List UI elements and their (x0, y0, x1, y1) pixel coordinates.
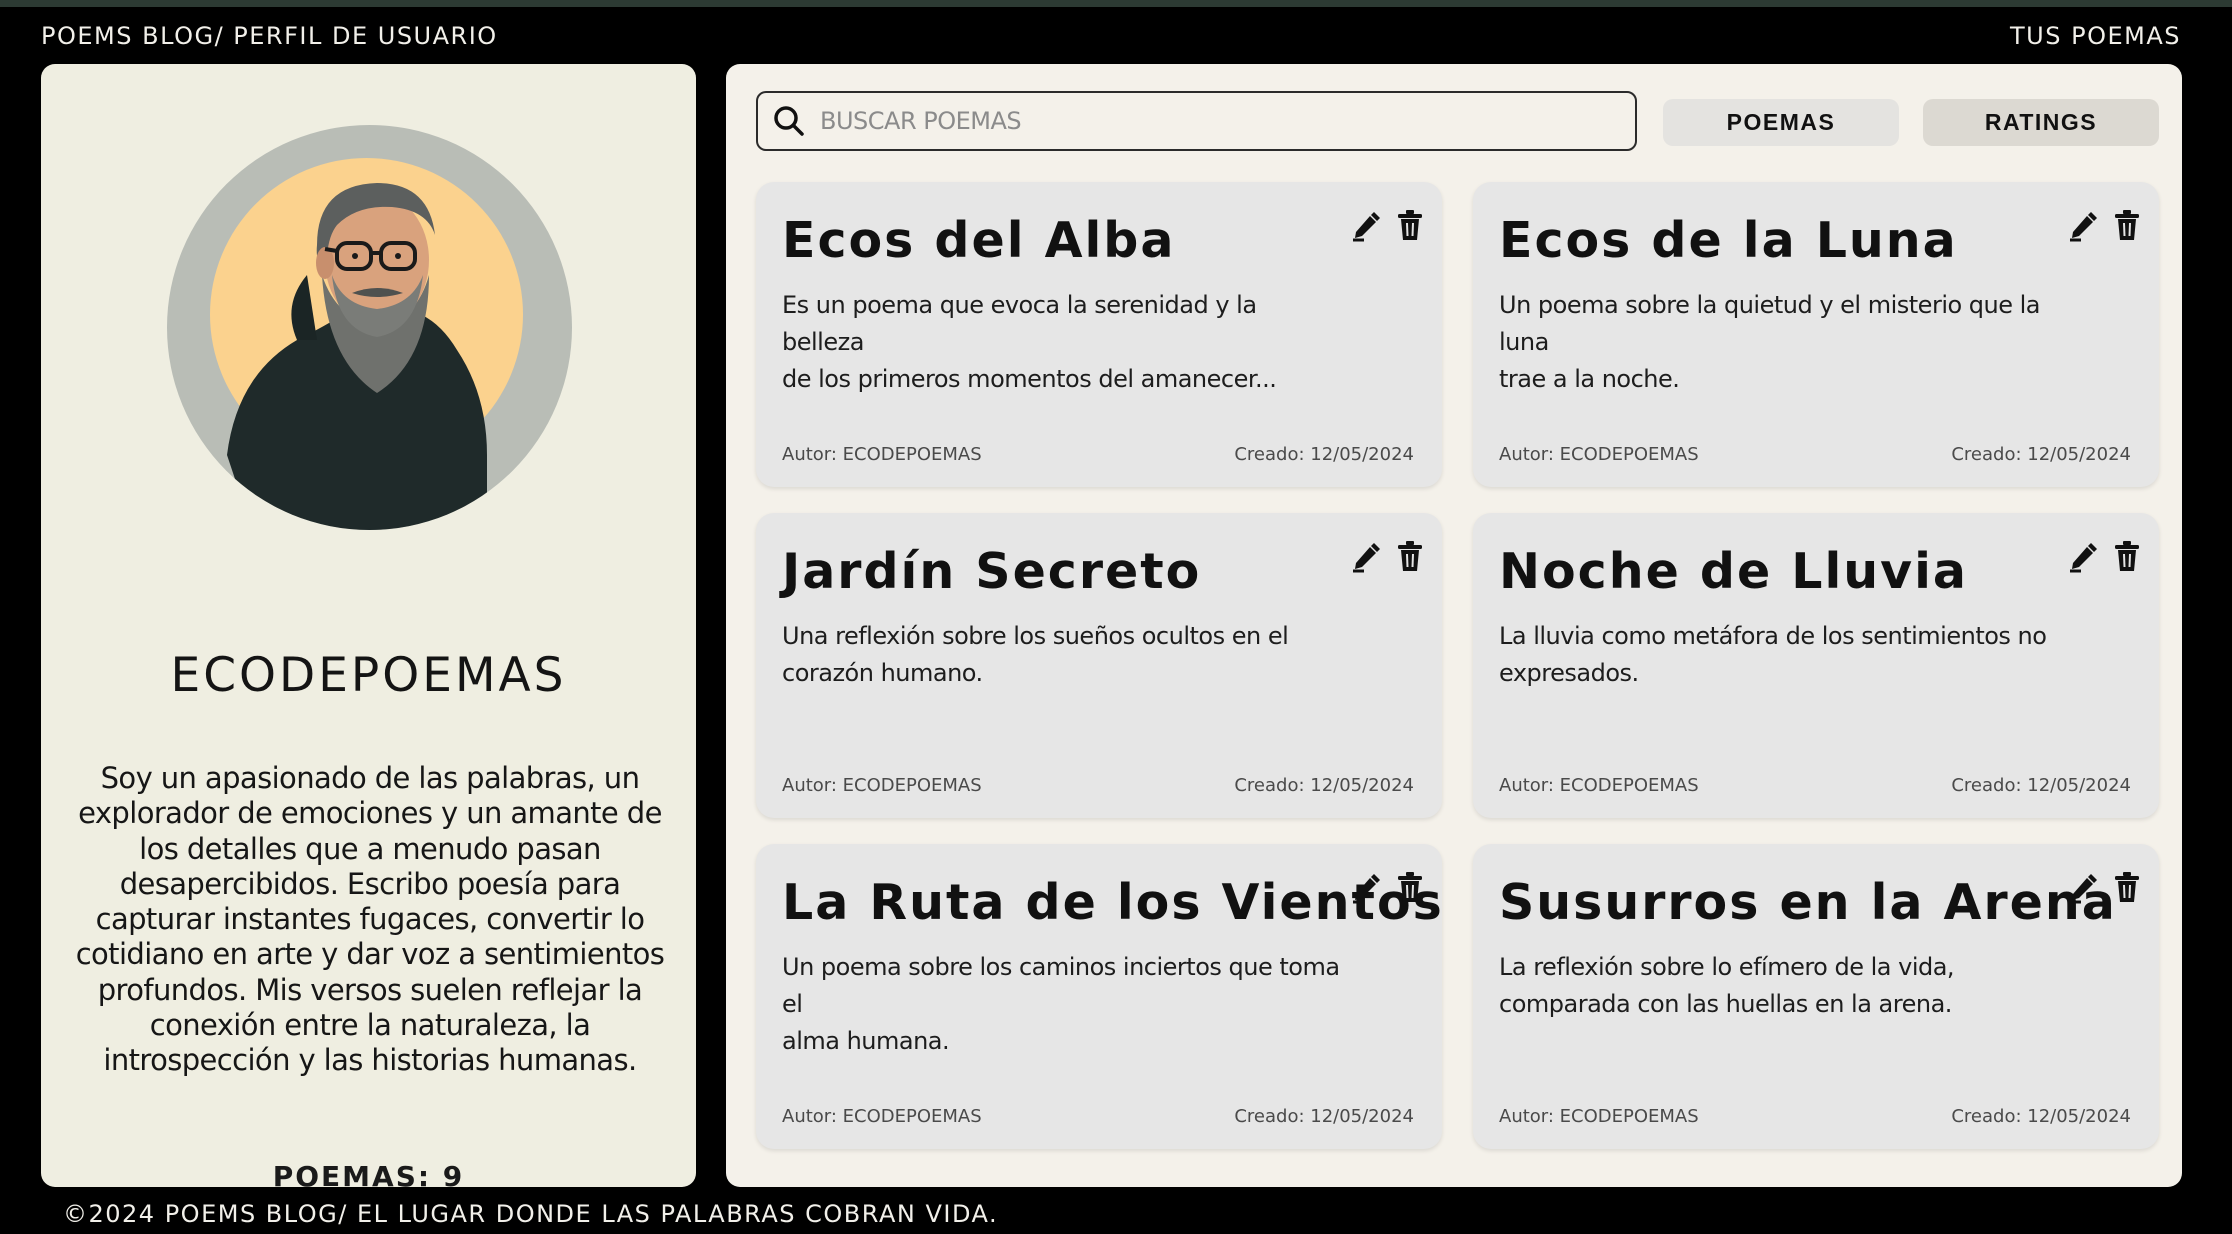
user-bio: Soy un apasionado de las palabras, un ex… (65, 761, 675, 1079)
trash-icon[interactable] (1394, 870, 1426, 904)
poem-actions (1350, 870, 1426, 904)
poem-author: Autor: ECODEPOEMAS (1499, 1106, 1699, 1127)
poem-description-line: alma humana. (782, 1027, 950, 1055)
poem-description-line: Un poema sobre los caminos inciertos que… (782, 953, 1340, 1018)
poem-actions (2067, 870, 2143, 904)
poem-card[interactable]: Ecos de la Luna Un poema sobre la quietud… (1473, 182, 2159, 487)
username: ECODEPOEMAS (170, 648, 567, 703)
poem-card[interactable]: Ecos del Alba Es un poema que evoca la se… (756, 182, 1442, 487)
poem-description: La reflexión sobre lo efímero de la vida… (1499, 949, 2059, 1023)
poem-created-date: Creado: 12/05/2024 (1951, 444, 2131, 465)
poem-description-line: Un poema sobre la quietud y el misterio … (1499, 291, 2041, 356)
poem-description-line: La lluvia como metáfora de los sentimien… (1499, 622, 2047, 650)
poem-created-date: Creado: 12/05/2024 (1234, 444, 1414, 465)
poem-title[interactable]: Susurros en la Arena (1499, 874, 2117, 931)
bio-line: Soy un apasionado de las palabras, un (100, 761, 640, 795)
bio-line: profundos. Mis versos suelen reflejar la (97, 972, 643, 1007)
poem-author: Autor: ECODEPOEMAS (782, 1106, 982, 1127)
bio-line: explorador de emociones y un amante de (78, 796, 662, 831)
poem-actions (2067, 208, 2143, 242)
poem-created-date: Creado: 12/05/2024 (1951, 1106, 2131, 1127)
profile-panel: ECODEPOEMAS Soy un apasionado de las pal… (41, 64, 696, 1193)
poem-title[interactable]: Noche de Lluvia (1499, 543, 1968, 600)
pencil-icon[interactable] (1350, 870, 1382, 904)
search-input[interactable] (820, 107, 1600, 135)
poem-created-date: Creado: 12/05/2024 (1951, 775, 2131, 796)
poem-author: Autor: ECODEPOEMAS (782, 444, 982, 465)
poem-count: POEMAS: 9 (272, 1160, 465, 1193)
tus-poemas-link[interactable]: TUS POEMAS (2010, 22, 2181, 50)
bio-line: capturar instantes fugaces, convertir lo (95, 902, 645, 937)
trash-icon[interactable] (2111, 539, 2143, 573)
tab-ratings[interactable]: RATINGS (1923, 99, 2159, 146)
bio-line: cotidiano en arte y dar voz a sentimient… (75, 937, 665, 972)
poem-description: La lluvia como metáfora de los sentimien… (1499, 618, 2059, 692)
bio-line: introspección y las historias humanas. (103, 1043, 637, 1078)
poem-title[interactable]: Jardín Secreto (782, 543, 1201, 600)
poem-description-line: Una reflexión sobre los sueños ocultos e… (782, 622, 1289, 650)
poems-panel: POEMAS RATINGS Ecos del Alba Es un poema … (726, 64, 2182, 1187)
poem-description-line: Es un poema que evoca la serenidad y la … (782, 291, 1257, 356)
poem-title[interactable]: La Ruta de los Vientos (782, 874, 1444, 931)
poem-title[interactable]: Ecos del Alba (782, 212, 1175, 269)
footer-text: ©2024 POEMS BLOG/ EL LUGAR DONDE LAS PAL… (63, 1200, 999, 1228)
poem-actions (1350, 208, 1426, 242)
page-title: POEMS BLOG/ PERFIL DE USUARIO (41, 22, 498, 50)
poem-description: Un poema sobre la quietud y el misterio … (1499, 287, 2059, 398)
poem-actions (2067, 539, 2143, 573)
bio-line: los detalles que a menudo pasan (139, 831, 601, 866)
top-accent-line (0, 0, 2232, 7)
poem-description-line: La reflexión sobre lo efímero de la vida… (1499, 953, 1955, 981)
poem-description-line: de los primeros momentos del amanecer... (782, 365, 1277, 393)
search-icon (774, 106, 804, 136)
poem-card[interactable]: Noche de Lluvia La lluvia como metáfora d… (1473, 513, 2159, 818)
poem-card[interactable]: La Ruta de los Vientos Un poema sobre los… (756, 844, 1442, 1149)
pencil-icon[interactable] (2067, 870, 2099, 904)
pencil-icon[interactable] (2067, 208, 2099, 242)
bearded-man-avatar-icon (227, 183, 487, 530)
poem-description: Un poema sobre los caminos inciertos que… (782, 949, 1342, 1060)
poem-created-date: Creado: 12/05/2024 (1234, 1106, 1414, 1127)
trash-icon[interactable] (2111, 870, 2143, 904)
pencil-icon[interactable] (1350, 539, 1382, 573)
poem-description-line: comparada con las huellas en la arena. (1499, 990, 1952, 1018)
poem-card[interactable]: Susurros en la Arena La reflexión sobre l… (1473, 844, 2159, 1149)
trash-icon[interactable] (1394, 208, 1426, 242)
avatar (167, 125, 572, 530)
bio-line: conexión entre la naturaleza, la (149, 1008, 591, 1043)
poem-author: Autor: ECODEPOEMAS (1499, 775, 1699, 796)
poem-description-line: corazón humano. (782, 659, 983, 687)
poem-card[interactable]: Jardín Secreto Una reflexión sobre los su… (756, 513, 1442, 818)
search-bar (756, 91, 1637, 151)
pencil-icon[interactable] (2067, 539, 2099, 573)
poem-description: Es un poema que evoca la serenidad y la … (782, 287, 1342, 398)
poem-created-date: Creado: 12/05/2024 (1234, 775, 1414, 796)
poem-description: Una reflexión sobre los sueños ocultos e… (782, 618, 1342, 692)
tab-poemas[interactable]: POEMAS (1663, 99, 1899, 146)
poem-description-line: trae a la noche. (1499, 365, 1680, 393)
poem-description-line: expresados. (1499, 659, 1639, 687)
poem-actions (1350, 539, 1426, 573)
pencil-icon[interactable] (1350, 208, 1382, 242)
trash-icon[interactable] (1394, 539, 1426, 573)
poem-author: Autor: ECODEPOEMAS (782, 775, 982, 796)
trash-icon[interactable] (2111, 208, 2143, 242)
poem-title[interactable]: Ecos de la Luna (1499, 212, 1958, 269)
bio-line: desapercibidos. Escribo poesía para (119, 866, 621, 901)
poem-author: Autor: ECODEPOEMAS (1499, 444, 1699, 465)
